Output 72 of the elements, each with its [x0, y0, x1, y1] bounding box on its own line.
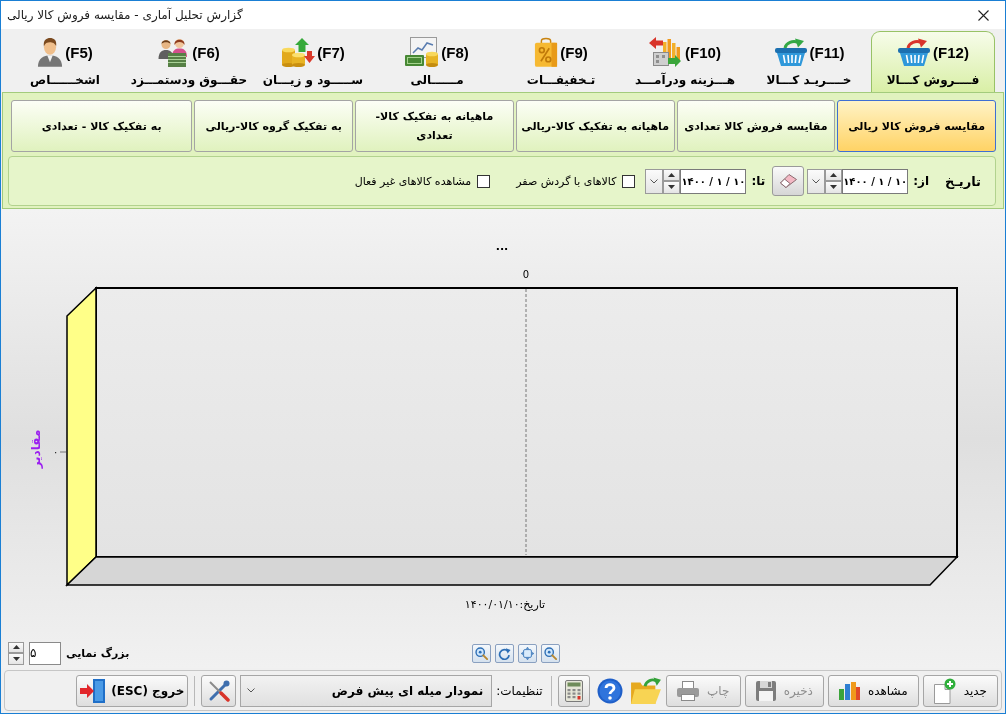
magnifier-icon [544, 646, 557, 660]
circular-arrow-icon [498, 646, 511, 660]
chevron-down-icon [247, 688, 256, 693]
settings-label: تنظیمات: [496, 683, 543, 698]
date-field[interactable]: ۱۴۰۰ / ۱ / ۱۰ [680, 168, 747, 194]
checkbox[interactable] [477, 174, 491, 188]
open-button[interactable] [629, 674, 662, 707]
tools-button[interactable] [201, 674, 237, 707]
window-title: گزارش تحلیل آماری - مقایسه فروش کالا ریالی [7, 8, 243, 22]
caret-down-icon [830, 185, 838, 190]
toolbar-button[interactable]: مشاهده [827, 674, 919, 707]
axis-tick-label: 0 [522, 269, 530, 280]
zoom-button[interactable] [472, 643, 491, 663]
axis-title: تاریخ:۱۴۰۰/۰۱/۱۰ [464, 598, 546, 611]
printer-icon [676, 680, 699, 701]
tools-icon [207, 679, 230, 702]
coins-arrows-icon [281, 37, 316, 67]
bar-chart-icon [838, 681, 860, 700]
document-plus-icon [933, 677, 956, 704]
caret-down-icon [12, 656, 20, 661]
chevron-down-icon [812, 178, 821, 184]
basket-arrow-icon [773, 38, 808, 66]
from-label: از: [913, 174, 930, 188]
person-icon [37, 37, 64, 67]
door-arrow-icon [80, 678, 106, 703]
basket-arrow-icon [897, 38, 932, 66]
report-tab[interactable]: مقایسه فروش کالا تعدادی [676, 100, 836, 152]
zoom-button[interactable] [541, 643, 560, 663]
date-field[interactable]: ۱۴۰۰ / ۱ / ۱۰ [842, 168, 909, 194]
settings-dropdown[interactable]: نمودار میله ای پیش فرض [240, 674, 493, 707]
chart-coins-icon [405, 37, 440, 67]
checkbox[interactable] [622, 174, 636, 188]
close-icon [977, 9, 989, 21]
calculator-button[interactable] [557, 674, 590, 707]
date-label: تاریـخ [945, 173, 981, 189]
fit-button[interactable] [518, 643, 537, 663]
chevron-down-icon [650, 178, 659, 184]
folder-arrow-icon [629, 676, 662, 705]
axis-title: مقادیر [29, 429, 43, 469]
caret-up-icon [830, 172, 838, 177]
rotate-button[interactable] [495, 643, 514, 663]
percent-bag-icon [534, 37, 559, 67]
calculator-icon [564, 679, 583, 702]
spin-up-button[interactable] [663, 168, 681, 181]
chart-title: ... [495, 240, 509, 253]
spin-up-button[interactable] [825, 168, 843, 181]
caret-up-icon [668, 172, 676, 177]
magnifier-icon [475, 646, 488, 660]
to-label: تا: [751, 174, 766, 188]
exit-button[interactable]: خروج (ESC) [76, 674, 189, 707]
spin-down-button[interactable] [663, 181, 681, 194]
spin-down-button[interactable] [8, 653, 24, 665]
zoom-level-field[interactable]: ۵ [29, 641, 61, 665]
report-tab[interactable]: ماهیانه به تفکیک کالا-تعدادی [355, 100, 514, 152]
help-icon [596, 677, 623, 704]
frame-arrows-icon [521, 646, 534, 660]
checkbox-label: کالاهای با گردش صفر [516, 174, 617, 188]
clear-button[interactable] [772, 166, 805, 196]
caret-down-icon [668, 185, 676, 190]
spin-up-button[interactable] [8, 641, 24, 653]
eraser-icon [779, 174, 797, 188]
checkbox-label: مشاهده کالاهای غیر فعال [354, 174, 472, 188]
report-tab[interactable]: مقایسه فروش کالا ریالی [837, 100, 996, 152]
toolbar-button[interactable]: جدید [922, 674, 998, 707]
bar-chart-arrows-icon [649, 37, 684, 67]
zoom-level-label: بزرگ نمایی [66, 646, 130, 660]
axis-tick-label: ۰ [53, 447, 58, 457]
spin-down-button[interactable] [825, 181, 843, 194]
caret-up-icon [12, 645, 20, 650]
report-tab[interactable]: به تفکیک کالا - تعدادی [11, 100, 193, 152]
report-tab[interactable]: به تفکیک گروه کالا-ریالی [194, 100, 354, 152]
report-tab[interactable]: ماهیانه به تفکیک کالا-ریالی [515, 100, 675, 152]
